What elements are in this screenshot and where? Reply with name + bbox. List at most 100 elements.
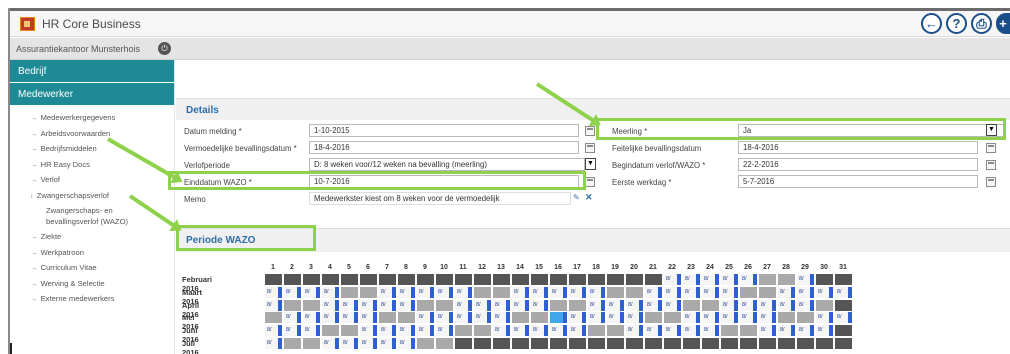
calendar-day-cell-leave[interactable]: 8/ — [835, 286, 853, 298]
back-icon[interactable]: ← — [921, 13, 942, 34]
calendar-day-cell[interactable] — [607, 274, 625, 285]
calendar-day-cell-weekend[interactable] — [436, 338, 454, 349]
calendar-day-cell-leave[interactable]: 8/ — [816, 312, 834, 324]
calendar-day-cell-leave[interactable]: 8/ — [417, 312, 435, 324]
calendar-day-cell-weekend[interactable] — [778, 274, 796, 285]
calendar-day-cell-leave[interactable]: 8/ — [322, 286, 340, 298]
calendar-day-cell-leave[interactable]: 8/ — [265, 338, 283, 349]
calendar-day-cell[interactable] — [721, 338, 739, 349]
calendar-day-cell-leave[interactable]: 8/ — [512, 286, 530, 298]
calendar-day-cell-weekend[interactable] — [417, 338, 435, 349]
calendar-day-cell-leave[interactable]: 8/ — [778, 286, 796, 298]
calendar-day-cell-leave[interactable]: 8/ — [398, 325, 416, 337]
calendar-day-cell[interactable] — [474, 274, 492, 285]
calendar-day-cell-weekend[interactable] — [322, 325, 340, 337]
calendar-day-cell-leave[interactable]: 8/ — [322, 299, 340, 311]
calendar-day-cell[interactable] — [493, 274, 511, 285]
calendar-day-cell-weekend[interactable] — [436, 299, 454, 311]
calendar-day-cell[interactable] — [797, 338, 815, 349]
calendar-day-cell-leave[interactable]: 8/ — [341, 338, 359, 349]
calendar-icon[interactable] — [986, 143, 996, 153]
calendar-day-cell-weekend[interactable] — [474, 286, 492, 298]
calendar-day-cell[interactable] — [341, 274, 359, 285]
calendar-day-cell-leave[interactable]: 8/ — [398, 299, 416, 311]
calendar-day-cell-leave[interactable]: 8/ — [531, 299, 549, 311]
calendar-day-cell-leave[interactable]: 8/ — [493, 312, 511, 324]
calendar-day-cell-leave[interactable]: 8/ — [550, 325, 568, 337]
calendar-day-cell-leave[interactable]: 8/ — [664, 286, 682, 298]
calendar-day-cell-weekend[interactable] — [417, 299, 435, 311]
calendar-day-cell[interactable] — [531, 338, 549, 349]
calendar-day-cell[interactable] — [474, 338, 492, 349]
calendar-day-cell[interactable] — [588, 338, 606, 349]
print-icon[interactable]: ⎙ — [971, 13, 992, 34]
calendar-day-cell-weekend[interactable] — [797, 312, 815, 324]
calendar-day-cell[interactable] — [493, 338, 511, 349]
calendar-day-cell-leave[interactable]: 8/ — [664, 325, 682, 337]
calendar-icon[interactable] — [585, 143, 595, 153]
calendar-day-cell[interactable] — [588, 274, 606, 285]
calendar-day-cell[interactable] — [455, 338, 473, 349]
calendar-day-cell-weekend[interactable] — [645, 312, 663, 324]
calendar-day-cell-leave[interactable]: 8/ — [303, 325, 321, 337]
calendar-day-cell-weekend[interactable] — [778, 312, 796, 324]
sidebar-item-verlof[interactable]: → Verlof — [10, 172, 174, 188]
calendar-day-cell[interactable] — [778, 338, 796, 349]
calendar-day-cell[interactable] — [607, 338, 625, 349]
calendar-day-cell-weekend[interactable] — [474, 325, 492, 337]
calendar-day-cell[interactable] — [512, 274, 530, 285]
calendar-day-cell-weekend[interactable] — [759, 286, 777, 298]
calendar-day-cell[interactable] — [550, 274, 568, 285]
calendar-day-cell-leave[interactable]: 8/ — [816, 286, 834, 298]
calendar-day-cell-weekend[interactable] — [683, 299, 701, 311]
calendar-day-cell-leave[interactable]: 8/ — [436, 312, 454, 324]
calendar-day-cell[interactable] — [360, 274, 378, 285]
calendar-day-cell-weekend[interactable] — [607, 325, 625, 337]
calendar-day-cell-leave[interactable]: 8/ — [683, 274, 701, 285]
calendar-day-cell-weekend[interactable] — [626, 286, 644, 298]
calendar-day-cell-weekend[interactable] — [303, 338, 321, 349]
calendar-day-cell[interactable] — [512, 338, 530, 349]
calendar-day-cell-leave[interactable]: 8/ — [759, 299, 777, 311]
calendar-day-cell-leave[interactable]: 8/ — [379, 286, 397, 298]
datum-melding-field[interactable]: 1-10-2015 — [309, 124, 579, 137]
calendar-day-cell[interactable] — [759, 338, 777, 349]
calendar-day-cell-leave[interactable]: 8/ — [569, 286, 587, 298]
calendar-day-cell[interactable] — [284, 274, 302, 285]
calendar-day-cell-weekend[interactable] — [588, 325, 606, 337]
calendar-day-cell-leave[interactable]: 8/ — [474, 312, 492, 324]
calendar-day-cell-weekend[interactable] — [303, 299, 321, 311]
calendar-day-cell-leave[interactable]: 8/ — [379, 299, 397, 311]
calendar-day-cell[interactable] — [702, 338, 720, 349]
calendar-day-cell-leave[interactable]: 8/ — [569, 325, 587, 337]
calendar-day-cell-leave[interactable]: 8/ — [759, 325, 777, 337]
calendar-day-cell-leave[interactable]: 8/ — [531, 286, 549, 298]
calendar-day-cell-weekend[interactable] — [702, 299, 720, 311]
calendar-day-cell-leave[interactable]: 8/ — [303, 286, 321, 298]
calendar-day-cell-weekend[interactable] — [550, 299, 568, 311]
calendar-day-cell-leave[interactable]: 8/ — [455, 312, 473, 324]
calendar-day-cell-leave[interactable]: 8/ — [588, 312, 606, 324]
calendar-day-cell-leave[interactable]: 8/ — [512, 325, 530, 337]
calendar-day-cell[interactable] — [322, 274, 340, 285]
sidebar-item-ziekte[interactable]: → Ziekte — [10, 229, 174, 245]
sidebar-item-arbeidsvoorwaarden[interactable]: → Arbeidsvoorwaarden — [10, 126, 174, 142]
calendar-day-cell-leave[interactable]: 8/ — [778, 325, 796, 337]
calendar-day-cell-weekend[interactable] — [759, 274, 777, 285]
calendar-day-cell-leave[interactable]: 8/ — [797, 325, 815, 337]
calendar-day-cell-weekend[interactable] — [341, 286, 359, 298]
calendar-day-cell-leave[interactable]: 8/ — [721, 299, 739, 311]
calendar-day-cell-leave[interactable]: 8/ — [702, 312, 720, 324]
calendar-day-cell-leave[interactable]: 8/ — [721, 274, 739, 285]
calendar-day-cell[interactable] — [816, 338, 834, 349]
calendar-day-cell-leave[interactable]: 8/ — [569, 312, 587, 324]
calendar-day-cell[interactable] — [626, 274, 644, 285]
calendar-day-cell[interactable] — [436, 274, 454, 285]
calendar-day-cell-leave[interactable]: 8/ — [417, 325, 435, 337]
calendar-day-cell[interactable] — [265, 274, 283, 285]
sidebar-item-werving-selectie[interactable]: → Werving & Selectie — [10, 276, 174, 292]
calendar-day-cell-leave[interactable]: 8/ — [265, 325, 283, 337]
calendar-day-cell-leave[interactable]: 8/ — [721, 312, 739, 324]
calendar-day-cell[interactable] — [398, 274, 416, 285]
calendar-day-cell-leave[interactable]: 8/ — [626, 299, 644, 311]
